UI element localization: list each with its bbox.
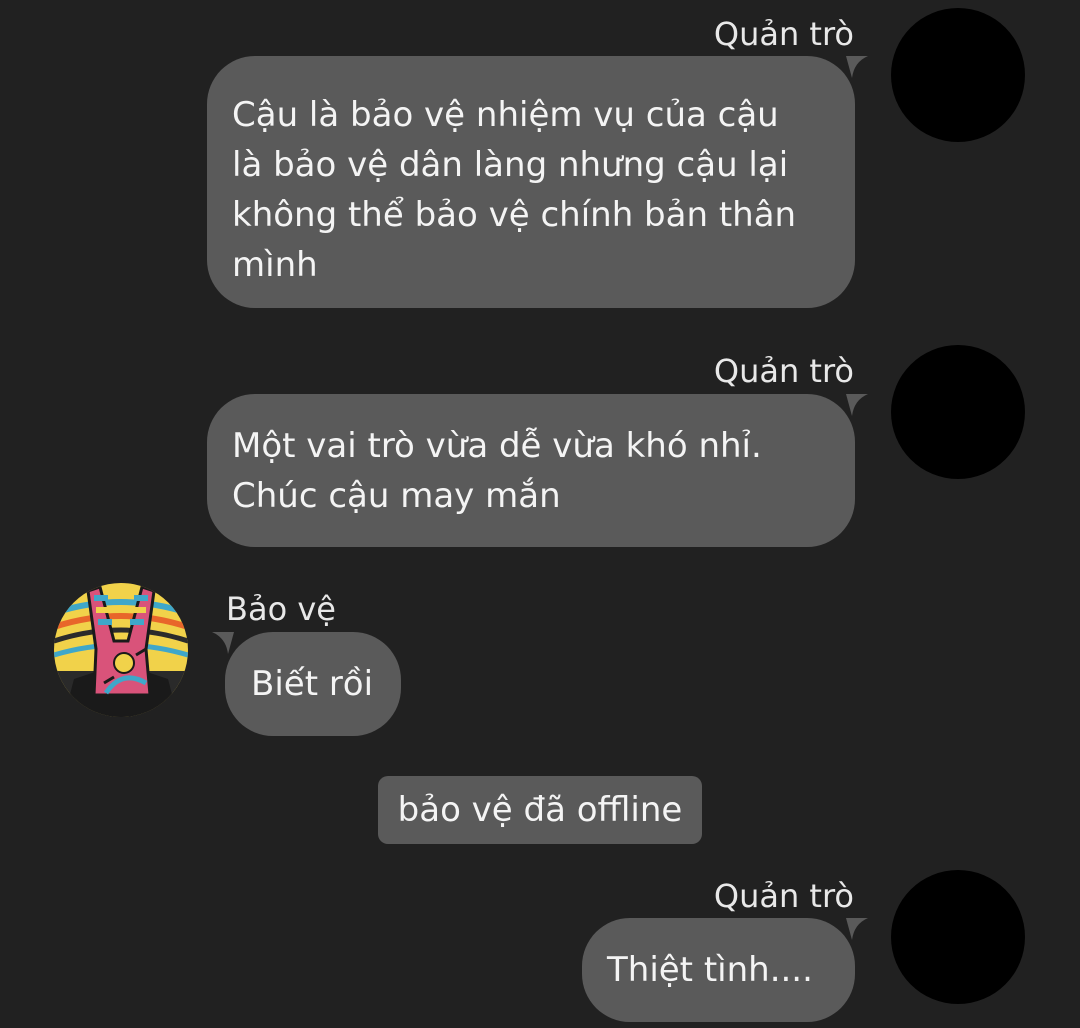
message-text-line: Một vai trò vừa dễ vừa khó nhỉ.: [232, 426, 762, 466]
message-text-line: là bảo vệ dân làng nhưng cậu lại: [232, 145, 789, 185]
host-avatar[interactable]: [891, 345, 1025, 479]
message-bubble[interactable]: Cậu là bảo vệ nhiệm vụ của cậu là bảo vệ…: [207, 56, 855, 308]
message-text-line: không thể bảo vệ chính bản thân: [232, 195, 797, 235]
message-text-line: Cậu là bảo vệ nhiệm vụ của cậu: [232, 95, 779, 135]
message-text-line: Chúc cậu may mắn: [232, 476, 561, 516]
message-bubble[interactable]: Một vai trò vừa dễ vừa khó nhỉ. Chúc cậu…: [207, 394, 855, 547]
bubble-tail: [846, 918, 868, 940]
bubble-tail: [846, 56, 868, 78]
message-text-line: Thiệt tình....: [607, 950, 813, 990]
host-avatar[interactable]: [891, 8, 1025, 142]
host-avatar[interactable]: [891, 870, 1025, 1004]
message-bubble[interactable]: Thiệt tình....: [582, 918, 855, 1022]
message-bubble[interactable]: Biết rồi: [225, 632, 401, 736]
system-notice: bảo vệ đã offline: [378, 776, 702, 844]
sender-name: Quản trò: [713, 352, 854, 390]
peace-hand-avatar[interactable]: [54, 583, 188, 717]
message-text-line: mình: [232, 245, 318, 285]
sender-name: Quản trò: [713, 877, 854, 915]
message-text-line: Biết rồi: [251, 664, 374, 704]
bubble-tail: [212, 632, 234, 654]
bubble-tail: [846, 394, 868, 416]
sender-name: Bảo vệ: [226, 590, 336, 628]
sender-name: Quản trò: [713, 15, 854, 53]
